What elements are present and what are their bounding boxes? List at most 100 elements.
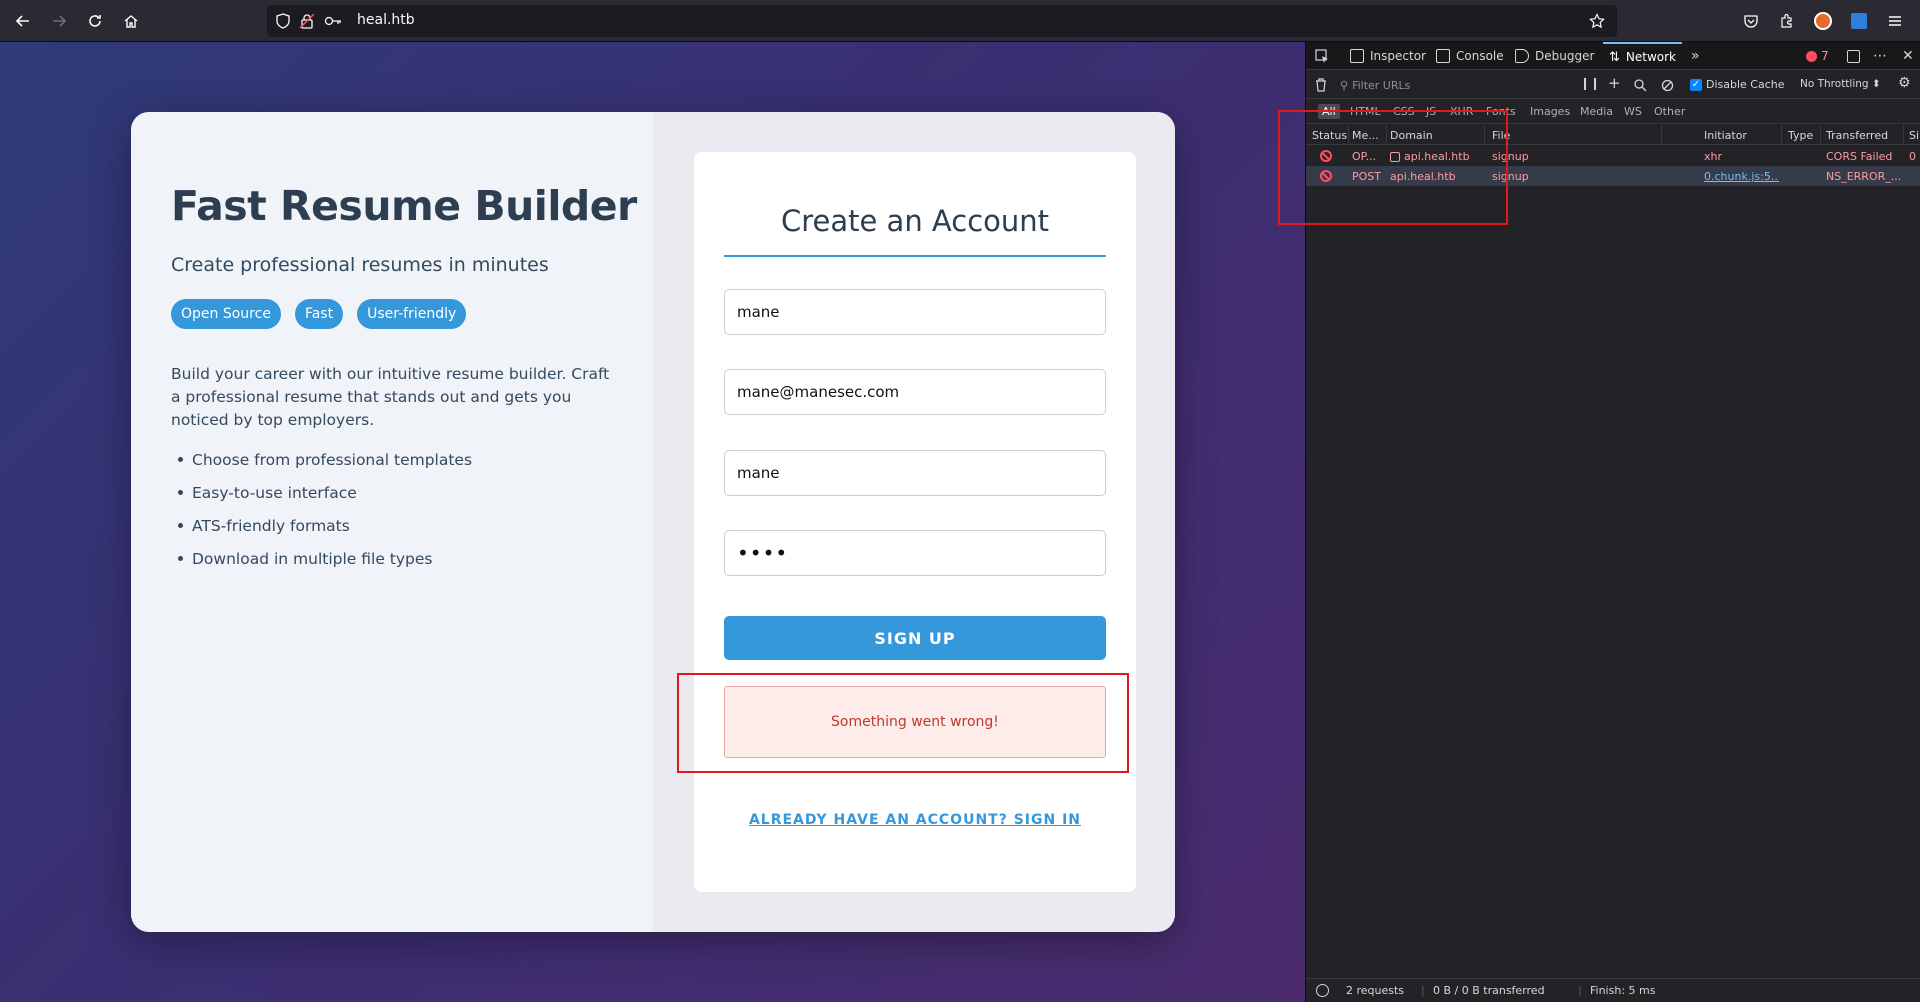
- col-method[interactable]: Me...: [1352, 129, 1379, 142]
- pause-button[interactable]: ❙❙: [1580, 76, 1600, 90]
- signup-card: Fast Resume Builder Create professional …: [131, 112, 1175, 932]
- filter-images[interactable]: Images: [1526, 104, 1574, 119]
- signin-link[interactable]: ALREADY HAVE AN ACCOUNT? SIGN IN: [715, 812, 1115, 828]
- blocked-icon: [1320, 170, 1332, 182]
- performance-button[interactable]: [1316, 984, 1329, 1000]
- feature-item: Choose from professional templates: [171, 448, 472, 481]
- trash-icon: [1316, 78, 1326, 92]
- finish-time: Finish: 5 ms: [1590, 984, 1656, 997]
- block-urls-button[interactable]: [1661, 77, 1674, 96]
- col-divider[interactable]: [1348, 125, 1349, 145]
- shield-icon[interactable]: [273, 11, 293, 31]
- feature-item: ATS-friendly formats: [171, 514, 472, 547]
- tab-debugger[interactable]: Debugger: [1515, 42, 1594, 70]
- password-field[interactable]: ••••: [724, 530, 1106, 576]
- col-divider[interactable]: [1781, 125, 1782, 145]
- dock-button[interactable]: [1847, 42, 1860, 70]
- more-tabs-button[interactable]: »: [1691, 42, 1700, 70]
- search-button[interactable]: [1634, 77, 1647, 96]
- request-row[interactable]: OP... api.heal.htb signup xhr CORS Faile…: [1306, 146, 1920, 166]
- tag-user-friendly: User-friendly: [357, 299, 467, 329]
- filter-media[interactable]: Media: [1576, 104, 1617, 119]
- reload-button[interactable]: [82, 8, 108, 34]
- col-status[interactable]: Status: [1312, 129, 1347, 142]
- foxyproxy-button[interactable]: [1810, 8, 1836, 34]
- throttling-select[interactable]: No Throttling ⬍: [1800, 78, 1881, 90]
- error-count: 7: [1821, 49, 1829, 63]
- disable-cache-toggle[interactable]: ✓ Disable Cache: [1690, 78, 1785, 91]
- filter-urls-input[interactable]: ⚲ Filter URLs: [1340, 75, 1550, 95]
- filter-css[interactable]: CSS: [1389, 104, 1419, 119]
- request-initiator-link[interactable]: 0.chunk.js:5...: [1704, 170, 1779, 183]
- devtools-options-button[interactable]: ⋯: [1873, 42, 1887, 70]
- gear-icon: ⚙: [1898, 75, 1911, 91]
- username-field[interactable]: mane: [724, 450, 1106, 496]
- filter-icon: ⚲: [1340, 78, 1349, 92]
- url-bar[interactable]: heal.htb: [267, 5, 1617, 37]
- network-status-bar: 2 requests | 0 B / 0 B transferred | Fin…: [1306, 978, 1920, 1002]
- extension-button[interactable]: [1846, 8, 1872, 34]
- clear-button[interactable]: [1314, 77, 1328, 96]
- filter-other[interactable]: Other: [1650, 104, 1689, 119]
- lock-insecure-icon[interactable]: [297, 11, 317, 31]
- feature-text: Download in multiple file types: [192, 550, 433, 568]
- filter-js[interactable]: JS: [1422, 104, 1440, 119]
- back-button[interactable]: [10, 8, 36, 34]
- forward-button[interactable]: [46, 8, 72, 34]
- element-picker-button[interactable]: [1314, 42, 1330, 70]
- pocket-button[interactable]: [1738, 8, 1764, 34]
- home-button[interactable]: [118, 8, 144, 34]
- form-panel: Create an Account mane mane@manesec.com …: [653, 112, 1175, 932]
- request-transferred: NS_ERROR_...: [1826, 170, 1901, 183]
- col-divider[interactable]: [1386, 125, 1387, 145]
- request-row[interactable]: POST api.heal.htb signup 0.chunk.js:5...…: [1306, 166, 1920, 186]
- network-settings-button[interactable]: ⚙: [1898, 75, 1911, 91]
- col-type[interactable]: Type: [1788, 129, 1813, 142]
- col-divider[interactable]: [1484, 125, 1485, 145]
- col-divider[interactable]: [1903, 125, 1904, 145]
- request-file: signup: [1492, 170, 1529, 183]
- feature-item: Download in multiple file types: [171, 547, 472, 580]
- home-icon: [124, 15, 138, 28]
- col-divider[interactable]: [1820, 125, 1821, 145]
- col-transferred[interactable]: Transferred: [1826, 129, 1888, 142]
- filter-fonts[interactable]: Fonts: [1482, 104, 1520, 119]
- close-devtools-button[interactable]: ✕: [1902, 42, 1914, 70]
- transferred-total: 0 B / 0 B transferred: [1433, 984, 1545, 997]
- signup-form: Create an Account mane mane@manesec.com …: [694, 152, 1136, 892]
- close-icon: ✕: [1902, 48, 1914, 64]
- col-initiator[interactable]: Initiator: [1704, 129, 1747, 142]
- bookmark-star-icon[interactable]: [1587, 11, 1607, 31]
- filter-all[interactable]: All: [1318, 104, 1340, 119]
- tab-console[interactable]: Console: [1436, 42, 1504, 70]
- menu-button[interactable]: [1882, 8, 1908, 34]
- key-icon[interactable]: [323, 11, 343, 31]
- email-field[interactable]: mane@manesec.com: [724, 369, 1106, 415]
- filter-ws[interactable]: WS: [1620, 104, 1646, 119]
- filter-html[interactable]: HTML: [1346, 104, 1385, 119]
- request-file: signup: [1492, 150, 1529, 163]
- bullet-icon: [178, 489, 183, 495]
- feature-text: ATS-friendly formats: [192, 517, 350, 535]
- add-request-button[interactable]: +: [1608, 74, 1621, 92]
- console-icon: [1436, 49, 1450, 63]
- extensions-button[interactable]: [1774, 8, 1800, 34]
- col-divider[interactable]: [1661, 125, 1662, 145]
- bullet-icon: [178, 555, 183, 561]
- signup-button[interactable]: SIGN UP: [724, 616, 1106, 660]
- col-size[interactable]: Si: [1909, 129, 1919, 142]
- tab-network[interactable]: ⇅ Network: [1603, 42, 1683, 70]
- domain-text: api.heal.htb: [1404, 150, 1470, 163]
- tab-inspector[interactable]: Inspector: [1350, 42, 1426, 70]
- requests-table-header: Status Me... Domain File Initiator Type …: [1306, 125, 1920, 145]
- col-file[interactable]: File: [1492, 129, 1510, 142]
- col-domain[interactable]: Domain: [1390, 129, 1433, 142]
- hero-panel: Fast Resume Builder Create professional …: [131, 112, 653, 932]
- request-method: POST: [1352, 170, 1381, 183]
- filter-xhr[interactable]: XHR: [1446, 104, 1477, 119]
- url-text[interactable]: heal.htb: [357, 12, 415, 28]
- status-divider: |: [1578, 984, 1582, 997]
- fullname-field[interactable]: mane: [724, 289, 1106, 335]
- error-count-badge[interactable]: 7: [1806, 42, 1829, 70]
- feature-list: Choose from professional templates Easy-…: [171, 448, 472, 580]
